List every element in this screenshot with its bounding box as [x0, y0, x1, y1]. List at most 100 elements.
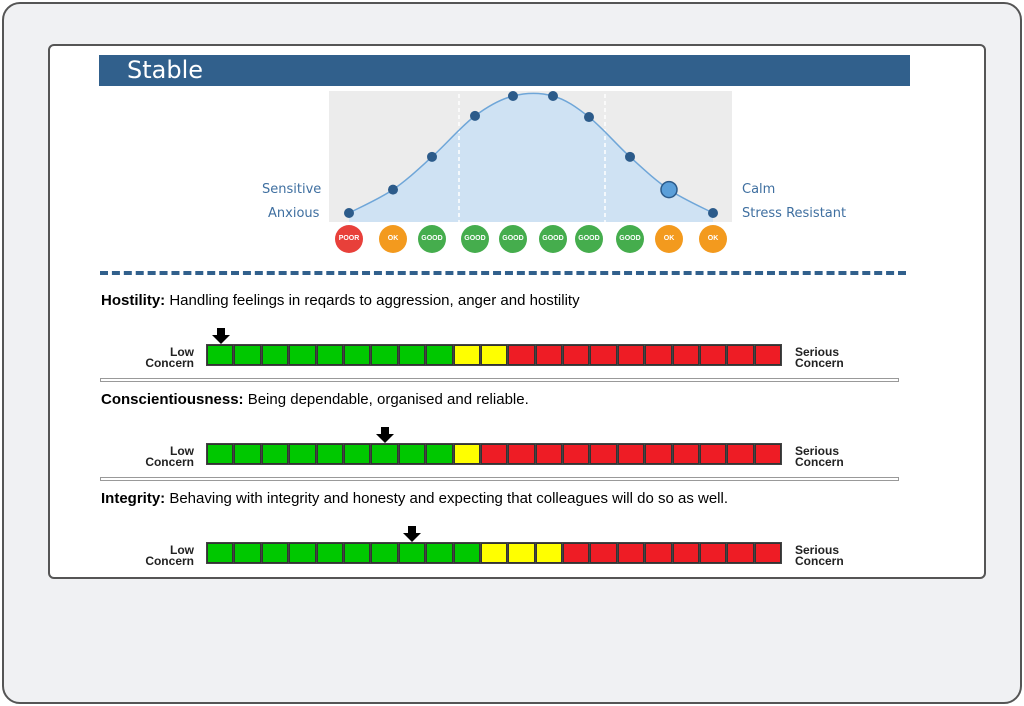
curve-point: [708, 208, 718, 218]
scale-cell: [234, 345, 261, 365]
right-label-stress-resistant: Stress Resistant: [742, 206, 847, 221]
scale-cell: [289, 543, 316, 563]
concern-word: Concern: [145, 455, 194, 469]
curve-point: [470, 110, 480, 121]
marker-arrow-icon: [375, 427, 394, 443]
concern-word: Concern: [145, 356, 194, 370]
scale-cell: [343, 444, 371, 464]
scale-cell: [453, 345, 480, 365]
rating-badge: OK: [379, 225, 407, 253]
scale-cell: [234, 444, 261, 464]
scale-cell: [590, 543, 617, 563]
report-page: Stable Sensitive Anxious Calm Stress Res…: [48, 44, 986, 579]
scale-cell: [207, 543, 234, 563]
scale-cell: [426, 444, 453, 464]
scale-cell: [645, 444, 672, 464]
scale-cell: [700, 444, 727, 464]
scale-label: Hostility:: [101, 292, 166, 309]
scale-title: Conscientiousness: Being dependable, org…: [101, 391, 529, 408]
concern-scale-bar: [206, 344, 783, 366]
scale-cell: [480, 444, 508, 464]
concern-word: Concern: [145, 554, 194, 568]
scale-cell: [480, 543, 508, 563]
scale-description: Handling feelings in reqards to aggressi…: [165, 292, 580, 309]
scale-cell: [453, 444, 480, 464]
scale-cell: [535, 543, 563, 563]
concern-scale-bar: [206, 443, 783, 465]
scale-cell: [207, 444, 234, 464]
curve-point: [584, 112, 594, 123]
scale-cell: [371, 345, 398, 365]
scale-cell: [289, 444, 316, 464]
scale-cell: [261, 345, 289, 365]
section-rule: [100, 477, 899, 481]
scale-cell: [426, 543, 453, 563]
concern-word: Concern: [795, 455, 844, 469]
scale-cell: [316, 543, 343, 563]
curve-point: [508, 91, 518, 101]
section-rule: [100, 378, 899, 382]
concern-scale-bar: [206, 542, 783, 564]
scale-cell: [371, 543, 398, 563]
scale-cell: [261, 543, 289, 563]
marker-arrow-icon: [211, 328, 230, 344]
rating-badge: OK: [699, 225, 727, 253]
scale-cell: [234, 543, 261, 563]
low-concern-label: Low Concern: [138, 544, 194, 568]
scale-cell: [508, 543, 535, 563]
highlighted-point: [660, 180, 678, 199]
serious-concern-label: Serious Concern: [795, 544, 844, 568]
scale-cell: [617, 543, 645, 563]
scale-cell: [398, 345, 426, 365]
scale-cell: [590, 345, 617, 365]
scale-title: Integrity: Behaving with integrity and h…: [101, 490, 728, 507]
left-label-sensitive: Sensitive: [262, 182, 322, 197]
scale-description: Being dependable, organised and reliable…: [243, 391, 529, 408]
scale-cell: [508, 345, 535, 365]
scale-cell: [453, 543, 480, 563]
scale-cell: [727, 345, 754, 365]
low-concern-label: Low Concern: [138, 346, 194, 370]
scale-cell: [316, 345, 343, 365]
left-label-anxious: Anxious: [268, 206, 320, 221]
scale-cell: [426, 345, 453, 365]
concern-word: Concern: [795, 554, 844, 568]
rating-badge: GOOD: [616, 225, 644, 253]
scale-cell: [727, 444, 754, 464]
section-divider: [100, 271, 906, 275]
scale-cell: [645, 543, 672, 563]
scale-cell: [727, 543, 754, 563]
scale-cell: [700, 543, 727, 563]
scale-label: Integrity:: [101, 490, 166, 507]
scale-cell: [371, 444, 398, 464]
scale-cell: [754, 444, 782, 464]
right-label-calm: Calm: [742, 182, 776, 197]
scale-cell: [398, 543, 426, 563]
scale-cell: [343, 345, 371, 365]
rating-badge: GOOD: [575, 225, 603, 253]
scale-cell: [617, 444, 645, 464]
scale-cell: [672, 444, 700, 464]
scale-cell: [754, 543, 782, 563]
scale-cell: [563, 543, 590, 563]
rating-badge: GOOD: [539, 225, 567, 253]
concern-word: Concern: [795, 356, 844, 370]
scale-cell: [645, 345, 672, 365]
scale-cell: [754, 345, 782, 365]
scale-cell: [508, 444, 535, 464]
scale-cell: [207, 345, 234, 365]
scale-cell: [480, 345, 508, 365]
rating-badge: GOOD: [461, 225, 489, 253]
scale-description: Behaving with integrity and honesty and …: [165, 490, 729, 507]
scale-cell: [289, 345, 316, 365]
scale-title: Hostility: Handling feelings in reqards …: [101, 292, 580, 309]
curve-point: [344, 208, 354, 218]
curve-point: [625, 151, 635, 162]
low-concern-label: Low Concern: [138, 445, 194, 469]
scale-cell: [316, 444, 343, 464]
scale-cell: [563, 444, 590, 464]
rating-badge: OK: [655, 225, 683, 253]
scale-cell: [563, 345, 590, 365]
window-frame: Stable Sensitive Anxious Calm Stress Res…: [2, 2, 1022, 704]
scale-cell: [535, 444, 563, 464]
